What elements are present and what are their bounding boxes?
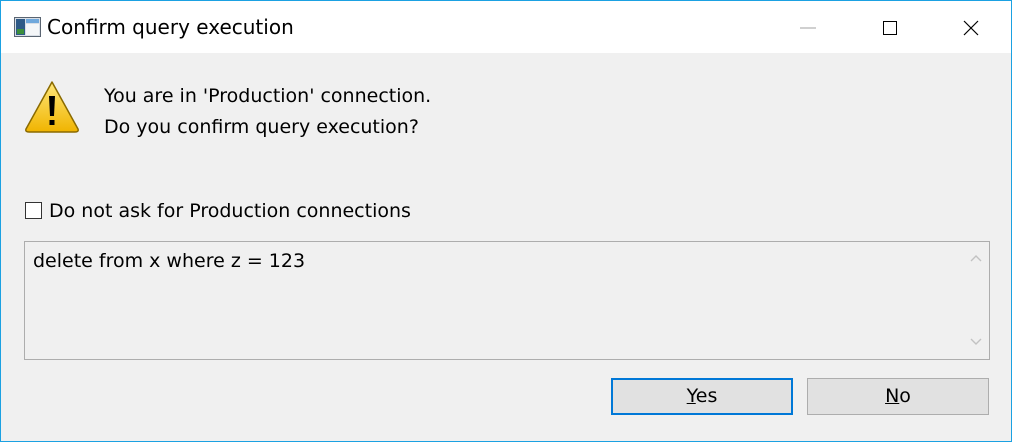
query-text: delete from x where z = 123 [33, 250, 306, 272]
yes-button[interactable]: Yes [611, 378, 793, 415]
window-title: Confirm query execution [47, 15, 294, 39]
confirm-dialog: Confirm query execution You are in 'Prod… [0, 0, 1012, 442]
close-icon [963, 20, 979, 36]
minimize-button[interactable] [781, 1, 839, 53]
no-accelerator: N [885, 385, 900, 407]
app-icon [14, 17, 41, 37]
vertical-scrollbar[interactable] [963, 242, 989, 359]
do-not-ask-label[interactable]: Do not ask for Production connections [49, 199, 411, 223]
scroll-down-arrow-icon[interactable] [970, 338, 982, 346]
query-text-area[interactable]: delete from x where z = 123 [24, 241, 990, 360]
scroll-up-arrow-icon[interactable] [970, 254, 982, 262]
no-label-rest: o [899, 385, 911, 407]
maximize-button[interactable] [862, 1, 920, 53]
warning-icon [25, 81, 79, 133]
do-not-ask-checkbox[interactable] [25, 202, 42, 219]
minimize-icon [800, 27, 816, 29]
no-button[interactable]: No [807, 378, 989, 415]
message-line-2: Do you confirm query execution? [104, 116, 419, 138]
yes-label-rest: es [695, 385, 718, 407]
title-bar: Confirm query execution [1, 1, 1011, 53]
yes-accelerator: Y [686, 385, 696, 407]
close-button[interactable] [941, 1, 999, 53]
message-line-1: You are in 'Production' connection. [104, 85, 432, 107]
maximize-icon [883, 21, 897, 35]
